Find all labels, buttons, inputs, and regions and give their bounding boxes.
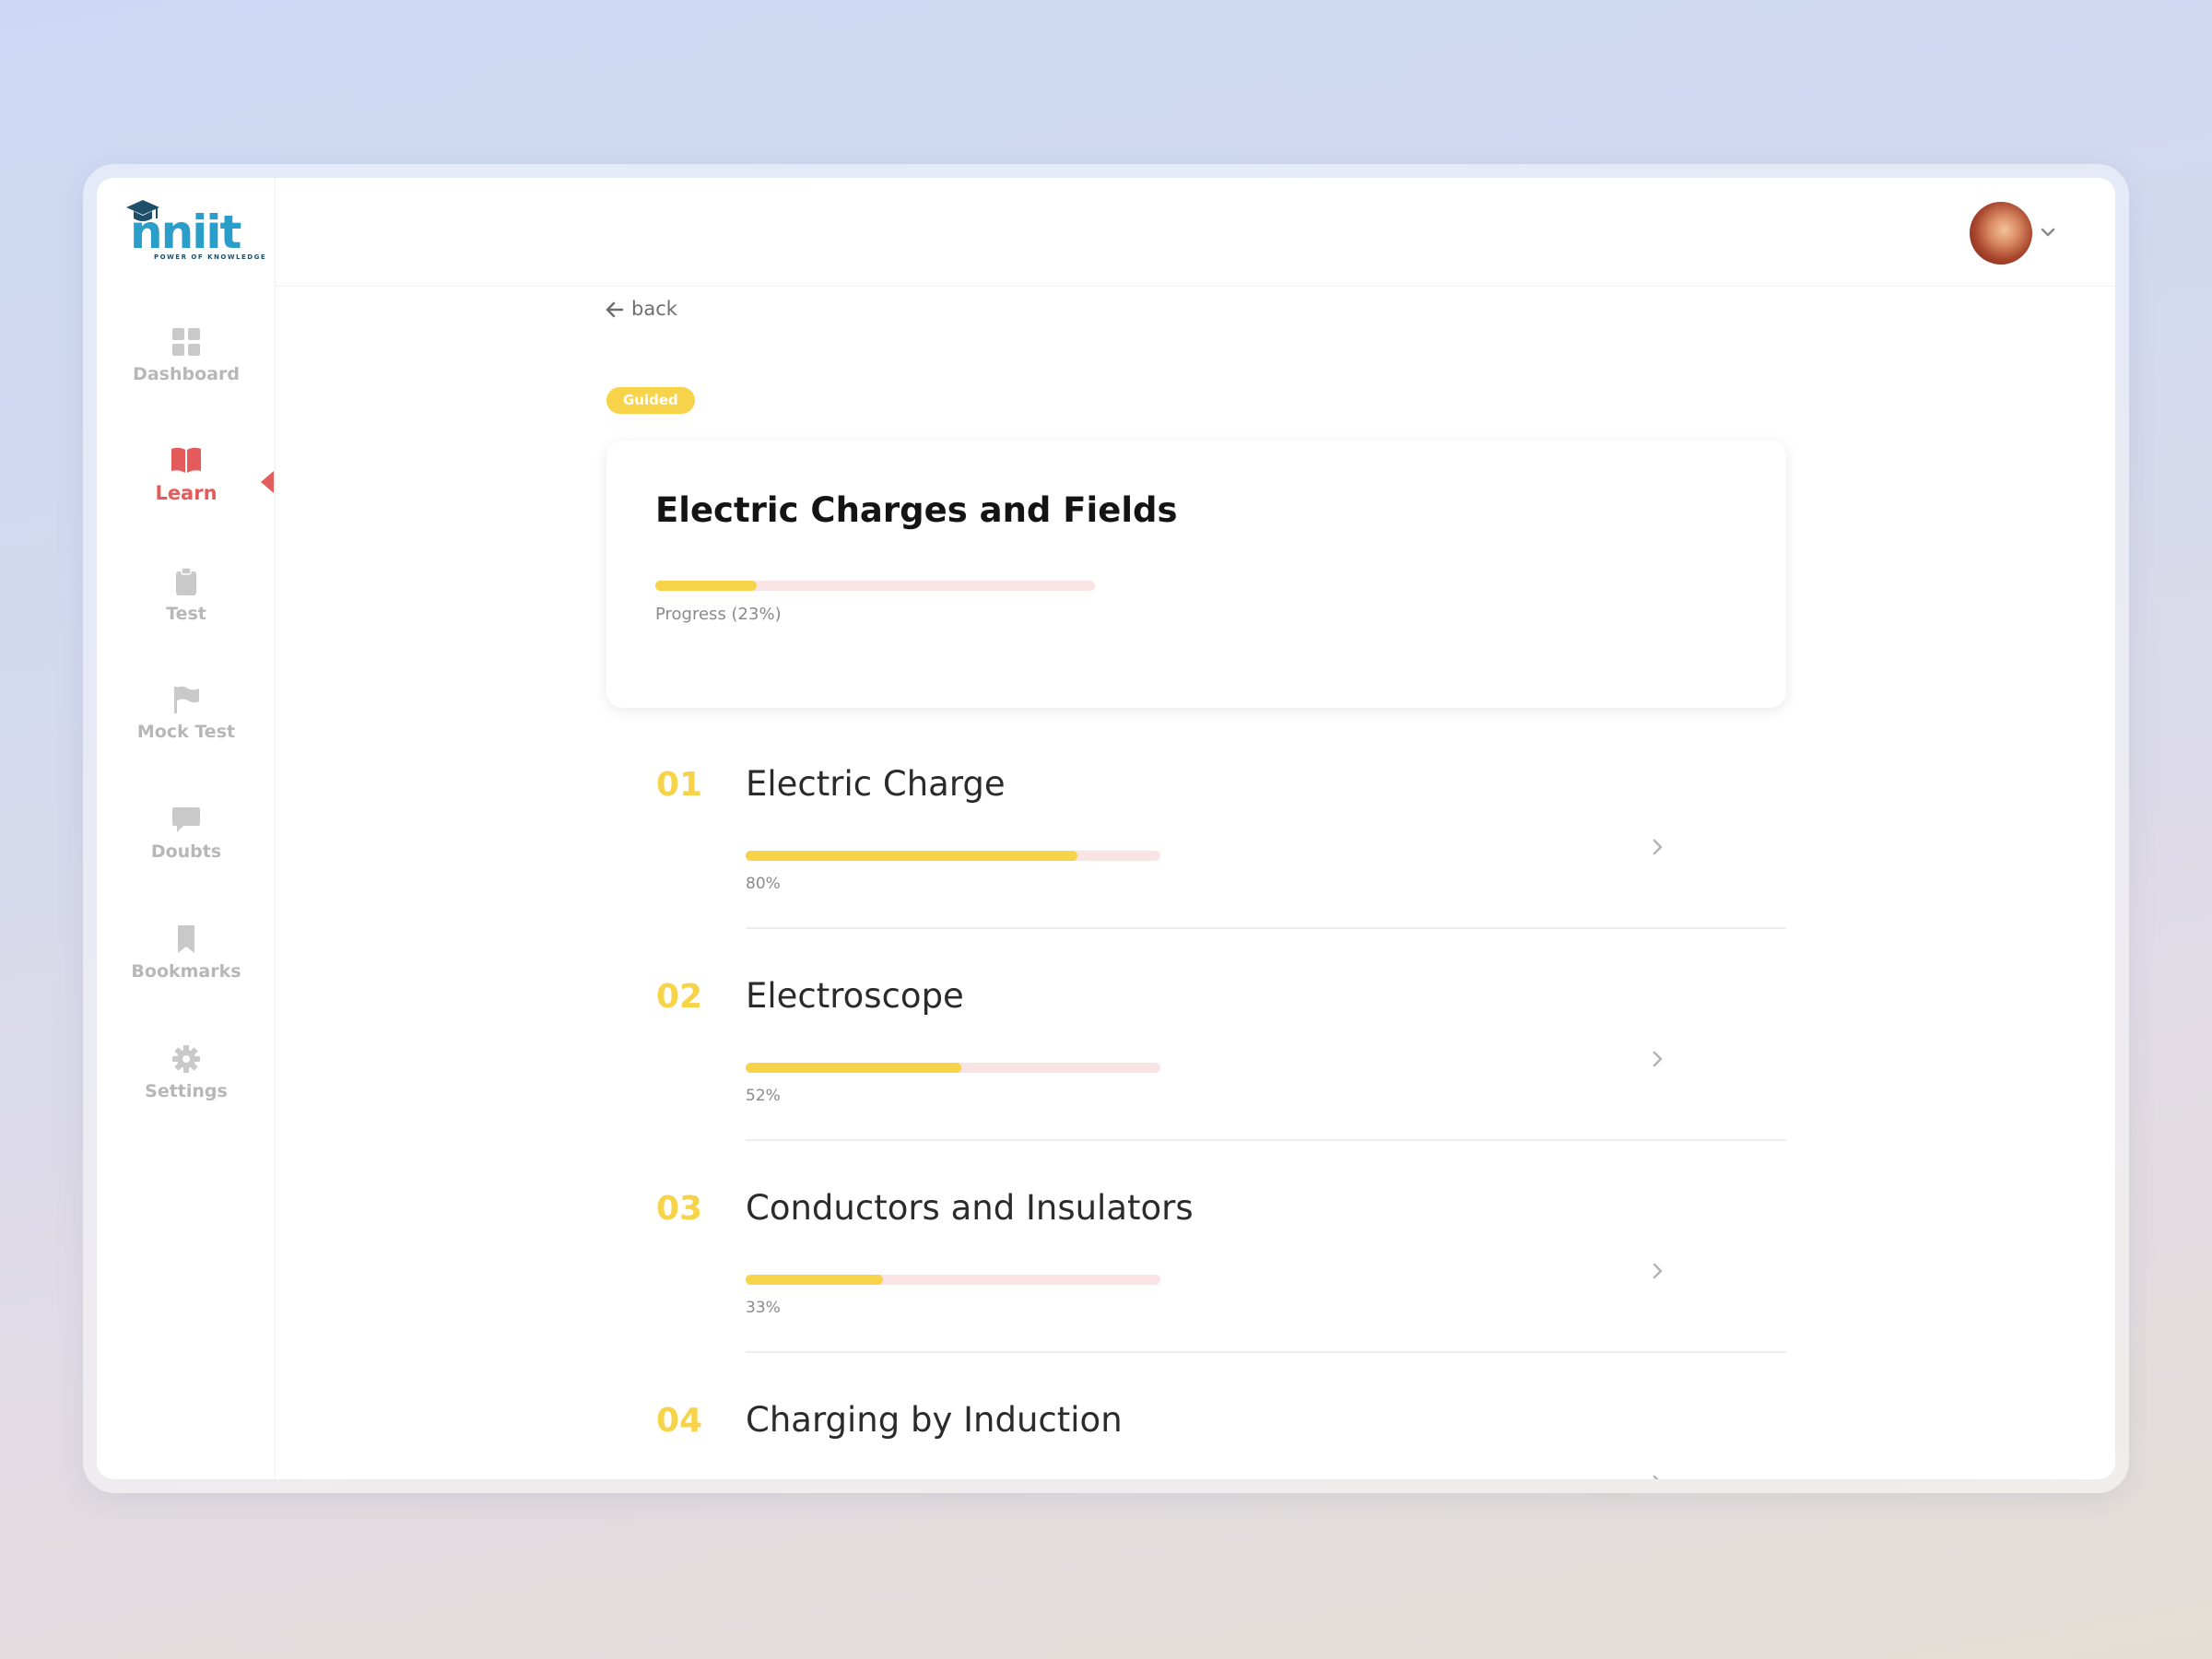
active-indicator [261,471,274,493]
chevron-down-icon[interactable] [2040,224,2056,241]
chapter-row[interactable]: 02 Electroscope 52% [606,943,1786,1155]
sidebar-item-bookmarks[interactable]: Bookmarks [97,924,276,1007]
chapter-number: 03 [656,1190,703,1228]
sidebar-item-label: Doubts [150,841,222,862]
chapter-title: Electric Charge [746,764,1006,804]
sidebar-item-dashboard[interactable]: Dashboard [97,327,276,410]
sidebar: nniit POWER OF KNOWLEDGE Dashboard Learn [97,178,276,1479]
course-progress-label: Progress (23%) [655,605,782,624]
sidebar-item-mock-test[interactable]: Mock Test [97,685,276,768]
course-summary-card: Electric Charges and Fields Progress (23… [606,441,1786,708]
chat-icon [172,807,200,832]
sidebar-item-label: Settings [145,1081,228,1101]
clipboard-icon [176,567,196,595]
chapter-progress-bar [746,1275,1160,1285]
grid-icon [172,328,200,356]
chapter-title: Charging by Induction [746,1400,1123,1440]
gear-icon [172,1045,200,1073]
divider [746,927,1786,929]
course-title: Electric Charges and Fields [655,490,1178,530]
chapter-progress-fill [746,1275,883,1285]
sidebar-item-label: Dashboard [133,364,240,384]
flag-icon [174,686,199,713]
chapter-number: 02 [656,978,703,1016]
chevron-right-icon[interactable] [1649,1048,1667,1070]
app-window: nniit POWER OF KNOWLEDGE Dashboard Learn [97,178,2115,1479]
back-label: back [631,298,677,320]
logo-text: nniit [130,206,241,259]
chapter-row[interactable]: 04 Charging by Induction [606,1367,1786,1479]
sidebar-item-learn[interactable]: Learn [97,445,276,528]
chevron-right-icon[interactable] [1649,1472,1667,1479]
top-bar [276,178,2115,287]
chapter-progress-label: 52% [746,1087,781,1105]
chapter-title: Conductors and Insulators [746,1188,1194,1228]
bookmark-icon [178,925,194,953]
chapter-progress-fill [746,851,1077,861]
back-link[interactable]: back [606,298,677,320]
sidebar-item-label: Mock Test [136,722,236,742]
logo[interactable]: nniit POWER OF KNOWLEDGE [97,178,276,287]
arrow-left-icon [606,301,624,318]
chapter-progress-bar [746,1063,1160,1073]
user-avatar[interactable] [1970,202,2032,265]
chapter-progress-fill [746,1063,961,1073]
sidebar-item-test[interactable]: Test [97,567,276,650]
chapter-number: 04 [656,1402,703,1440]
chapter-progress-label: 33% [746,1299,781,1317]
chapter-title: Electroscope [746,976,964,1016]
divider [746,1351,1786,1353]
sidebar-item-label: Test [166,604,206,624]
divider [746,1139,1786,1141]
sidebar-item-label: Bookmarks [131,961,241,982]
chapter-row[interactable]: 01 Electric Charge 80% [606,731,1786,943]
chevron-right-icon[interactable] [1649,1260,1667,1282]
logo-tagline: POWER OF KNOWLEDGE [154,253,267,261]
chapter-row[interactable]: 03 Conductors and Insulators 33% [606,1155,1786,1367]
sidebar-item-label: Learn [155,482,218,504]
book-icon [171,447,201,473]
sidebar-item-settings[interactable]: Settings [97,1044,276,1127]
chapter-progress-bar [746,851,1160,861]
chapter-number: 01 [656,766,703,804]
course-progress-bar [655,581,1095,591]
course-type-badge: Guided [606,387,695,414]
chapter-progress-label: 80% [746,875,781,893]
course-progress-fill [655,581,757,591]
sidebar-item-doubts[interactable]: Doubts [97,805,276,888]
chevron-right-icon[interactable] [1649,836,1667,858]
